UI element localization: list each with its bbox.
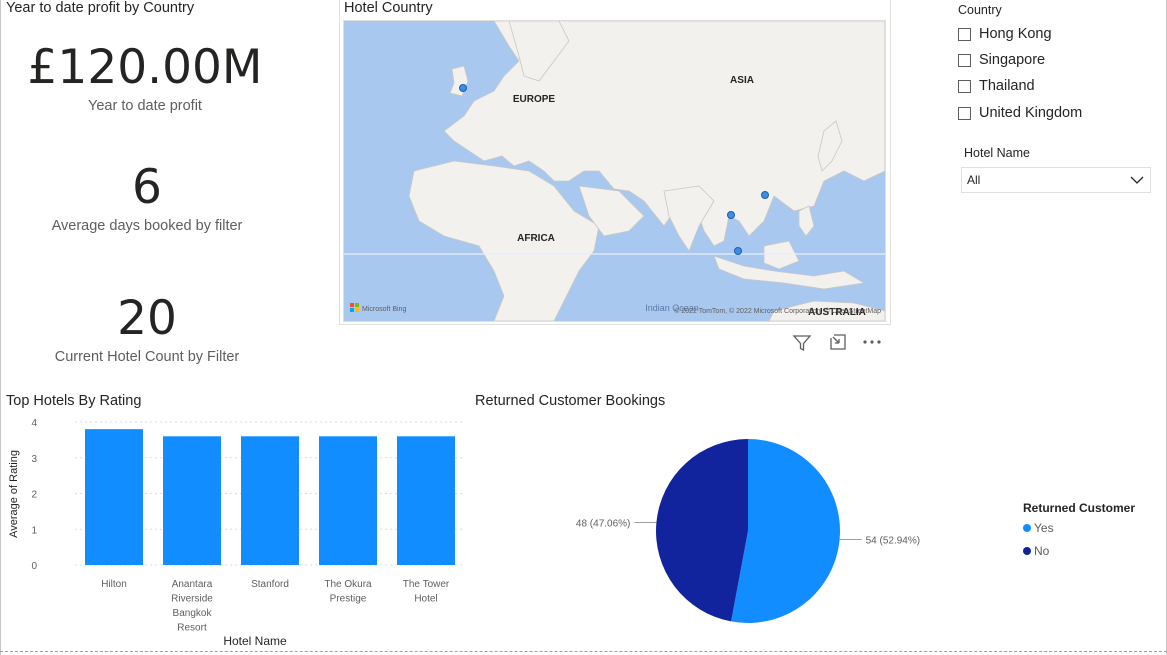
hotel-count-kpi-value: 20 [117,291,177,346]
bar-category-label: Resort [177,623,207,634]
days-kpi-value: 6 [132,160,162,215]
bar-5[interactable] [397,436,455,565]
legend-label: No [1034,544,1050,558]
page-bottom-border [0,651,1167,652]
checkbox[interactable] [958,27,971,41]
bar-chart: 0 1 2 3 4 Hilton Anantara Riverside Bangkok Resor… [8,418,465,648]
filter-icon[interactable] [791,332,813,354]
hotel-name-dropdown[interactable]: All [961,167,1151,193]
bar-y-tick-label: 3 [31,454,37,465]
bar-category-label: The Okura [324,579,372,590]
map-canvas: EUROPE ASIA AFRICA AUSTRALIA Indian Ocea… [344,21,885,321]
chevron-down-icon [1130,176,1144,184]
map-label-africa: AFRICA [517,233,555,244]
country-option-label: Singapore [979,52,1046,68]
checkbox[interactable] [958,106,971,120]
country-option-label: United Kingdom [979,105,1083,121]
legend-label: Yes [1034,521,1054,535]
bar-y-axis-title: Average of Rating [8,450,20,538]
map-marker-united-kingdom[interactable] [459,84,467,92]
profit-kpi-label: Year to date profit [88,98,202,114]
hotel-slicer-label: Hotel Name [964,146,1030,160]
bar-category-label: Hilton [101,579,127,590]
bar-chart-title: Top Hotels By Rating [6,393,142,409]
bar-2[interactable] [163,436,221,565]
country-option-singapore[interactable]: Singapore [958,50,1045,70]
bar-y-tick-label: 2 [31,490,37,501]
country-option-label: Hong Kong [979,26,1052,42]
country-option-thailand[interactable]: Thailand [958,76,1035,96]
kpi-section-title: Year to date profit by Country [6,0,195,16]
country-slicer-label: Country [958,3,1002,17]
map-attribution: © 2022 TomTom, © 2022 Microsoft Corporat… [674,307,881,315]
bar-y-tick-label: 0 [31,561,37,572]
country-option-hong-kong[interactable]: Hong Kong [958,24,1052,44]
pie-slice-no[interactable] [656,439,748,622]
bar-category-label: Anantara [172,579,213,590]
bar-category-label: Bangkok [173,608,213,619]
hotel-dropdown-value: All [967,173,981,187]
pie-data-label: 54 (52.94%) [866,535,920,546]
pie-chart: 54 (52.94%) 48 (47.06%) [576,439,920,623]
bar-x-axis-title: Hotel Name [223,634,287,648]
legend-dot [1023,547,1031,555]
hotel-count-kpi-label: Current Hotel Count by Filter [54,349,240,365]
country-option-label: Thailand [979,78,1035,94]
pie-legend-title: Returned Customer [1023,501,1136,515]
hotel-country-map[interactable]: EUROPE ASIA AFRICA AUSTRALIA Indian Ocea… [343,20,886,322]
bar-4[interactable] [319,436,377,565]
country-option-united-kingdom[interactable]: United Kingdom [958,103,1082,123]
bar-category-label: Riverside [171,594,213,605]
map-marker-singapore[interactable] [734,247,742,255]
bar-3[interactable] [241,436,299,565]
checkbox[interactable] [958,79,971,93]
map-marker-thailand[interactable] [727,211,735,219]
pie-legend-item-no[interactable]: No [1023,544,1049,558]
bar-y-tick-label: 4 [31,418,37,429]
bar-1[interactable] [85,429,143,565]
pie-chart-title: Returned Customer Bookings [475,393,666,409]
map-label-europe: EUROPE [513,94,556,105]
pie-legend-item-yes[interactable]: Yes [1023,521,1054,535]
bar-category-label: The Tower [403,579,450,590]
pie-data-label: 48 (47.06%) [576,519,630,530]
bar-category-label: Stanford [251,579,289,590]
more-options-icon[interactable] [861,331,883,353]
focus-mode-icon[interactable] [827,331,849,353]
checkbox[interactable] [958,53,971,67]
days-kpi-label: Average days booked by filter [51,218,243,234]
map-title: Hotel Country [344,0,433,16]
map-marker-hong-kong[interactable] [761,191,769,199]
bar-y-tick-label: 1 [31,525,37,536]
map-label-asia: ASIA [730,75,754,86]
legend-dot [1023,524,1031,532]
profit-kpi-value: £120.00M [27,40,263,95]
bar-category-label: Prestige [330,594,367,605]
bar-category-label: Hotel [414,594,437,605]
bing-label: Microsoft Bing [362,306,406,313]
